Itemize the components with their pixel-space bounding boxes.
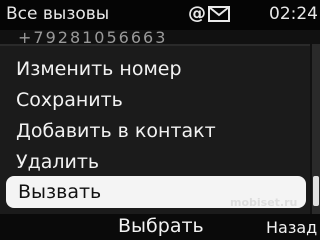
select-softkey[interactable]: Выбрать bbox=[118, 215, 204, 237]
menu-item-delete[interactable]: Удалить bbox=[16, 151, 99, 173]
mail-icon bbox=[208, 5, 230, 22]
at-icon: @ bbox=[188, 3, 206, 24]
screen-title: Все вызовы bbox=[6, 4, 110, 24]
status-bar: Все вызовы @ 02:24 bbox=[0, 0, 320, 30]
back-softkey[interactable]: Назад bbox=[266, 218, 317, 237]
clock: 02:24 bbox=[269, 4, 318, 24]
options-menu: Изменить номер Сохранить Добавить в конт… bbox=[0, 44, 310, 216]
softkey-bar: Выбрать Назад bbox=[0, 214, 320, 240]
menu-scrollbar[interactable] bbox=[312, 44, 320, 214]
phone-screen: Все вызовы @ 02:24 +79281056663 Изменить… bbox=[0, 0, 320, 240]
background-list-item: +79281056663 bbox=[18, 28, 168, 44]
menu-item-edit-number[interactable]: Изменить номер bbox=[16, 58, 182, 80]
menu-item-save[interactable]: Сохранить bbox=[16, 89, 123, 111]
menu-item-add-to-contact[interactable]: Добавить в контакт bbox=[16, 120, 216, 142]
scrollbar-thumb[interactable] bbox=[313, 176, 319, 206]
status-icons: @ bbox=[188, 3, 230, 24]
watermark: mobiset.ru bbox=[230, 196, 298, 209]
